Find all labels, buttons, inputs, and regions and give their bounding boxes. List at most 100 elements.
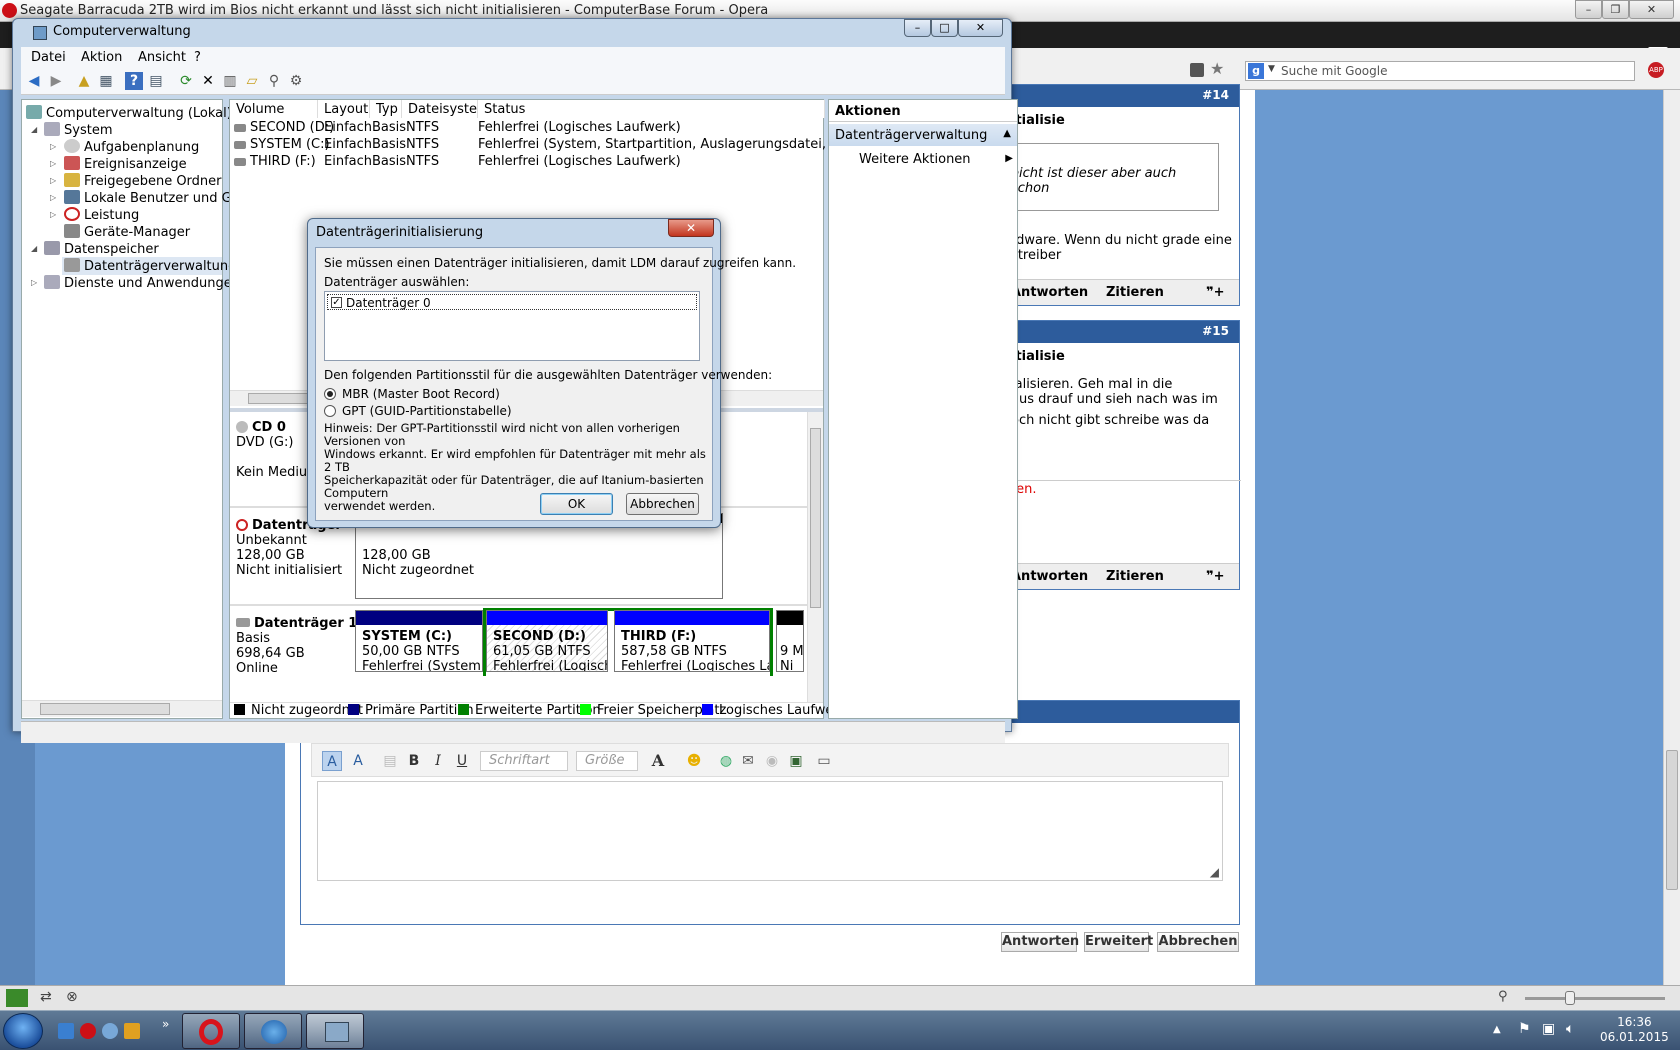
menu-help[interactable]: ? bbox=[194, 50, 201, 65]
quote-button[interactable]: Zitieren bbox=[1106, 285, 1164, 300]
zoom-icon[interactable]: ⚲ bbox=[1498, 989, 1508, 1004]
font-family-select[interactable]: Schriftart bbox=[480, 751, 568, 771]
cm-maximize-button[interactable]: □ bbox=[931, 19, 958, 37]
tree-item-root[interactable]: Computerverwaltung (Lokal) bbox=[26, 105, 232, 121]
tree-item-device-manager[interactable]: Geräte-Manager bbox=[64, 224, 190, 240]
format-text-icon[interactable]: A bbox=[322, 751, 342, 771]
tree-item-services[interactable]: Dienste und Anwendungen bbox=[44, 275, 240, 291]
reply-button[interactable]: Antworten bbox=[1011, 285, 1088, 300]
expand-icon[interactable]: ▷ bbox=[50, 159, 56, 168]
tree-item-performance[interactable]: Leistung bbox=[64, 207, 139, 223]
forward-icon[interactable]: ▶ bbox=[47, 72, 65, 90]
cancel-reply-button[interactable]: Abbrechen bbox=[1157, 932, 1239, 952]
dialog-close-button[interactable]: ✕ bbox=[668, 219, 714, 237]
search-input[interactable]: g ▼ Suche mit Google bbox=[1245, 61, 1635, 81]
bold-icon[interactable]: B bbox=[404, 751, 424, 771]
menu-datei[interactable]: Datei bbox=[31, 50, 66, 65]
quote-button[interactable]: Zitieren bbox=[1106, 569, 1164, 584]
delete-icon[interactable]: ✕ bbox=[199, 72, 217, 90]
zoom-slider[interactable] bbox=[1525, 991, 1665, 1005]
underline-icon[interactable]: U bbox=[452, 751, 472, 771]
tray-expand-icon[interactable]: ▲ bbox=[1493, 1024, 1501, 1035]
partition-unallocated-small[interactable]: 9 M Ni bbox=[776, 610, 804, 672]
tray-flag-icon[interactable]: ⚑ bbox=[1518, 1021, 1531, 1037]
quicklaunch-desktop-icon[interactable] bbox=[58, 1023, 74, 1039]
settings-icon[interactable]: ⚙ bbox=[287, 72, 305, 90]
col-type[interactable]: Typ bbox=[370, 100, 402, 118]
cm-close-button[interactable]: ✕ bbox=[958, 19, 1003, 37]
show-tree-icon[interactable]: ▦ bbox=[97, 72, 115, 90]
col-filesystem[interactable]: Dateisystem bbox=[402, 100, 490, 118]
col-layout[interactable]: Layout bbox=[318, 100, 370, 118]
tree-horizontal-scrollbar[interactable] bbox=[22, 700, 222, 717]
help-icon[interactable]: ? bbox=[125, 72, 143, 90]
gpt-radio[interactable] bbox=[324, 405, 336, 417]
remove-format-icon[interactable]: A bbox=[348, 751, 368, 771]
google-icon[interactable]: g bbox=[1248, 63, 1264, 79]
actions-group-disk-management[interactable]: Datenträgerverwaltung ▲ bbox=[829, 124, 1017, 146]
cancel-button[interactable]: Abbrechen bbox=[626, 493, 699, 515]
tree-item-local-users[interactable]: Lokale Benutzer und Gr bbox=[64, 190, 237, 206]
image-icon[interactable]: ◉ bbox=[762, 751, 782, 771]
reply-button[interactable]: Antworten bbox=[1011, 569, 1088, 584]
expand-icon[interactable]: ▷ bbox=[50, 193, 56, 202]
search-dropdown-icon[interactable]: ▼ bbox=[1268, 64, 1275, 74]
quicklaunch-opera-icon[interactable] bbox=[80, 1023, 96, 1039]
taskbar-opera-button[interactable] bbox=[182, 1013, 240, 1049]
ok-button[interactable]: OK bbox=[540, 493, 613, 515]
font-color-icon[interactable]: A bbox=[648, 751, 668, 771]
font-size-select[interactable]: Größe bbox=[576, 751, 638, 771]
partition-third[interactable]: THIRD (F:) 587,58 GB NTFS Fehlerfrei (Lo… bbox=[614, 610, 770, 672]
comment-icon[interactable]: ▭ bbox=[814, 751, 834, 771]
col-status[interactable]: Status bbox=[478, 100, 825, 118]
expand-icon[interactable]: ▷ bbox=[50, 210, 56, 219]
col-volume[interactable]: Volume bbox=[230, 100, 318, 118]
panel-toggle-icon[interactable] bbox=[6, 989, 28, 1007]
quicklaunch-more-icon[interactable]: » bbox=[162, 1017, 169, 1031]
tray-network-icon[interactable]: ▣ bbox=[1542, 1021, 1555, 1037]
search-icon[interactable]: ⚲ bbox=[265, 72, 283, 90]
scrollbar-thumb[interactable] bbox=[1666, 750, 1678, 890]
partition-system[interactable]: SYSTEM (C:) 50,00 GB NTFS Fehlerfrei (Sy… bbox=[355, 610, 483, 672]
taskbar-thunderbird-button[interactable] bbox=[244, 1013, 302, 1049]
link-icon[interactable]: ◍ bbox=[716, 751, 736, 771]
smiley-icon[interactable]: ☻ bbox=[684, 751, 704, 771]
adblock-icon[interactable]: ABP bbox=[1648, 62, 1664, 78]
disk-list[interactable]: ✓ Datenträger 0 bbox=[324, 291, 700, 361]
tree-item-task-scheduler[interactable]: Aufgabenplanung bbox=[64, 139, 199, 155]
tree-item-storage[interactable]: Datenspeicher bbox=[44, 241, 159, 257]
cm-minimize-button[interactable]: – bbox=[904, 19, 931, 37]
partition-second[interactable]: SECOND (D:) 61,05 GB NTFS Fehlerfrei (Lo… bbox=[486, 610, 608, 672]
advanced-button[interactable]: Erweitert bbox=[1084, 932, 1153, 952]
back-icon[interactable]: ◀ bbox=[25, 72, 43, 90]
disk1-label[interactable]: Datenträger 1 Basis 698,64 GB Online bbox=[236, 616, 357, 676]
reply-submit-button[interactable]: Antworten bbox=[1001, 932, 1079, 952]
tree-item-event-viewer[interactable]: Ereignisanzeige bbox=[64, 156, 187, 172]
taskbar-computer-management-button[interactable] bbox=[306, 1013, 364, 1049]
reply-textarea[interactable]: ◢ bbox=[317, 781, 1223, 881]
opera-close-button[interactable]: ✕ bbox=[1629, 0, 1674, 19]
open-folder-icon[interactable]: ▱ bbox=[243, 72, 261, 90]
collapse-icon[interactable]: ◢ bbox=[31, 125, 37, 134]
taskbar-clock[interactable]: 16:36 06.01.2015 bbox=[1600, 1015, 1669, 1045]
disk-list-item[interactable]: ✓ Datenträger 0 bbox=[327, 294, 697, 310]
scrollbar-thumb[interactable] bbox=[40, 703, 170, 715]
properties-icon[interactable]: ▥ bbox=[221, 72, 239, 90]
mbr-radio[interactable] bbox=[324, 388, 336, 400]
turbo-icon[interactable]: ⊗ bbox=[66, 989, 78, 1005]
refresh-icon[interactable]: ⟳ bbox=[177, 72, 195, 90]
collapse-icon[interactable]: ◢ bbox=[31, 244, 37, 253]
quicklaunch-app-icon[interactable] bbox=[102, 1023, 118, 1039]
menu-ansicht[interactable]: Ansicht bbox=[138, 50, 186, 65]
multiquote-icon[interactable]: ❞+ bbox=[1206, 569, 1225, 584]
disk-checkbox[interactable]: ✓ bbox=[331, 297, 342, 308]
tree-item-shared-folders[interactable]: Freigegebene Ordner bbox=[64, 173, 222, 189]
mbr-label[interactable]: MBR (Master Boot Record) bbox=[342, 387, 500, 401]
opera-maximize-button[interactable]: ❐ bbox=[1602, 0, 1629, 19]
quicklaunch-tool-icon[interactable] bbox=[124, 1023, 140, 1039]
menu-aktion[interactable]: Aktion bbox=[81, 50, 122, 65]
email-icon[interactable]: ✉ bbox=[738, 751, 758, 771]
tree-item-disk-management[interactable]: Datenträgerverwaltung bbox=[62, 257, 236, 275]
paste-icon[interactable]: ▤ bbox=[380, 751, 400, 771]
multiquote-icon[interactable]: ❞+ bbox=[1206, 285, 1225, 300]
